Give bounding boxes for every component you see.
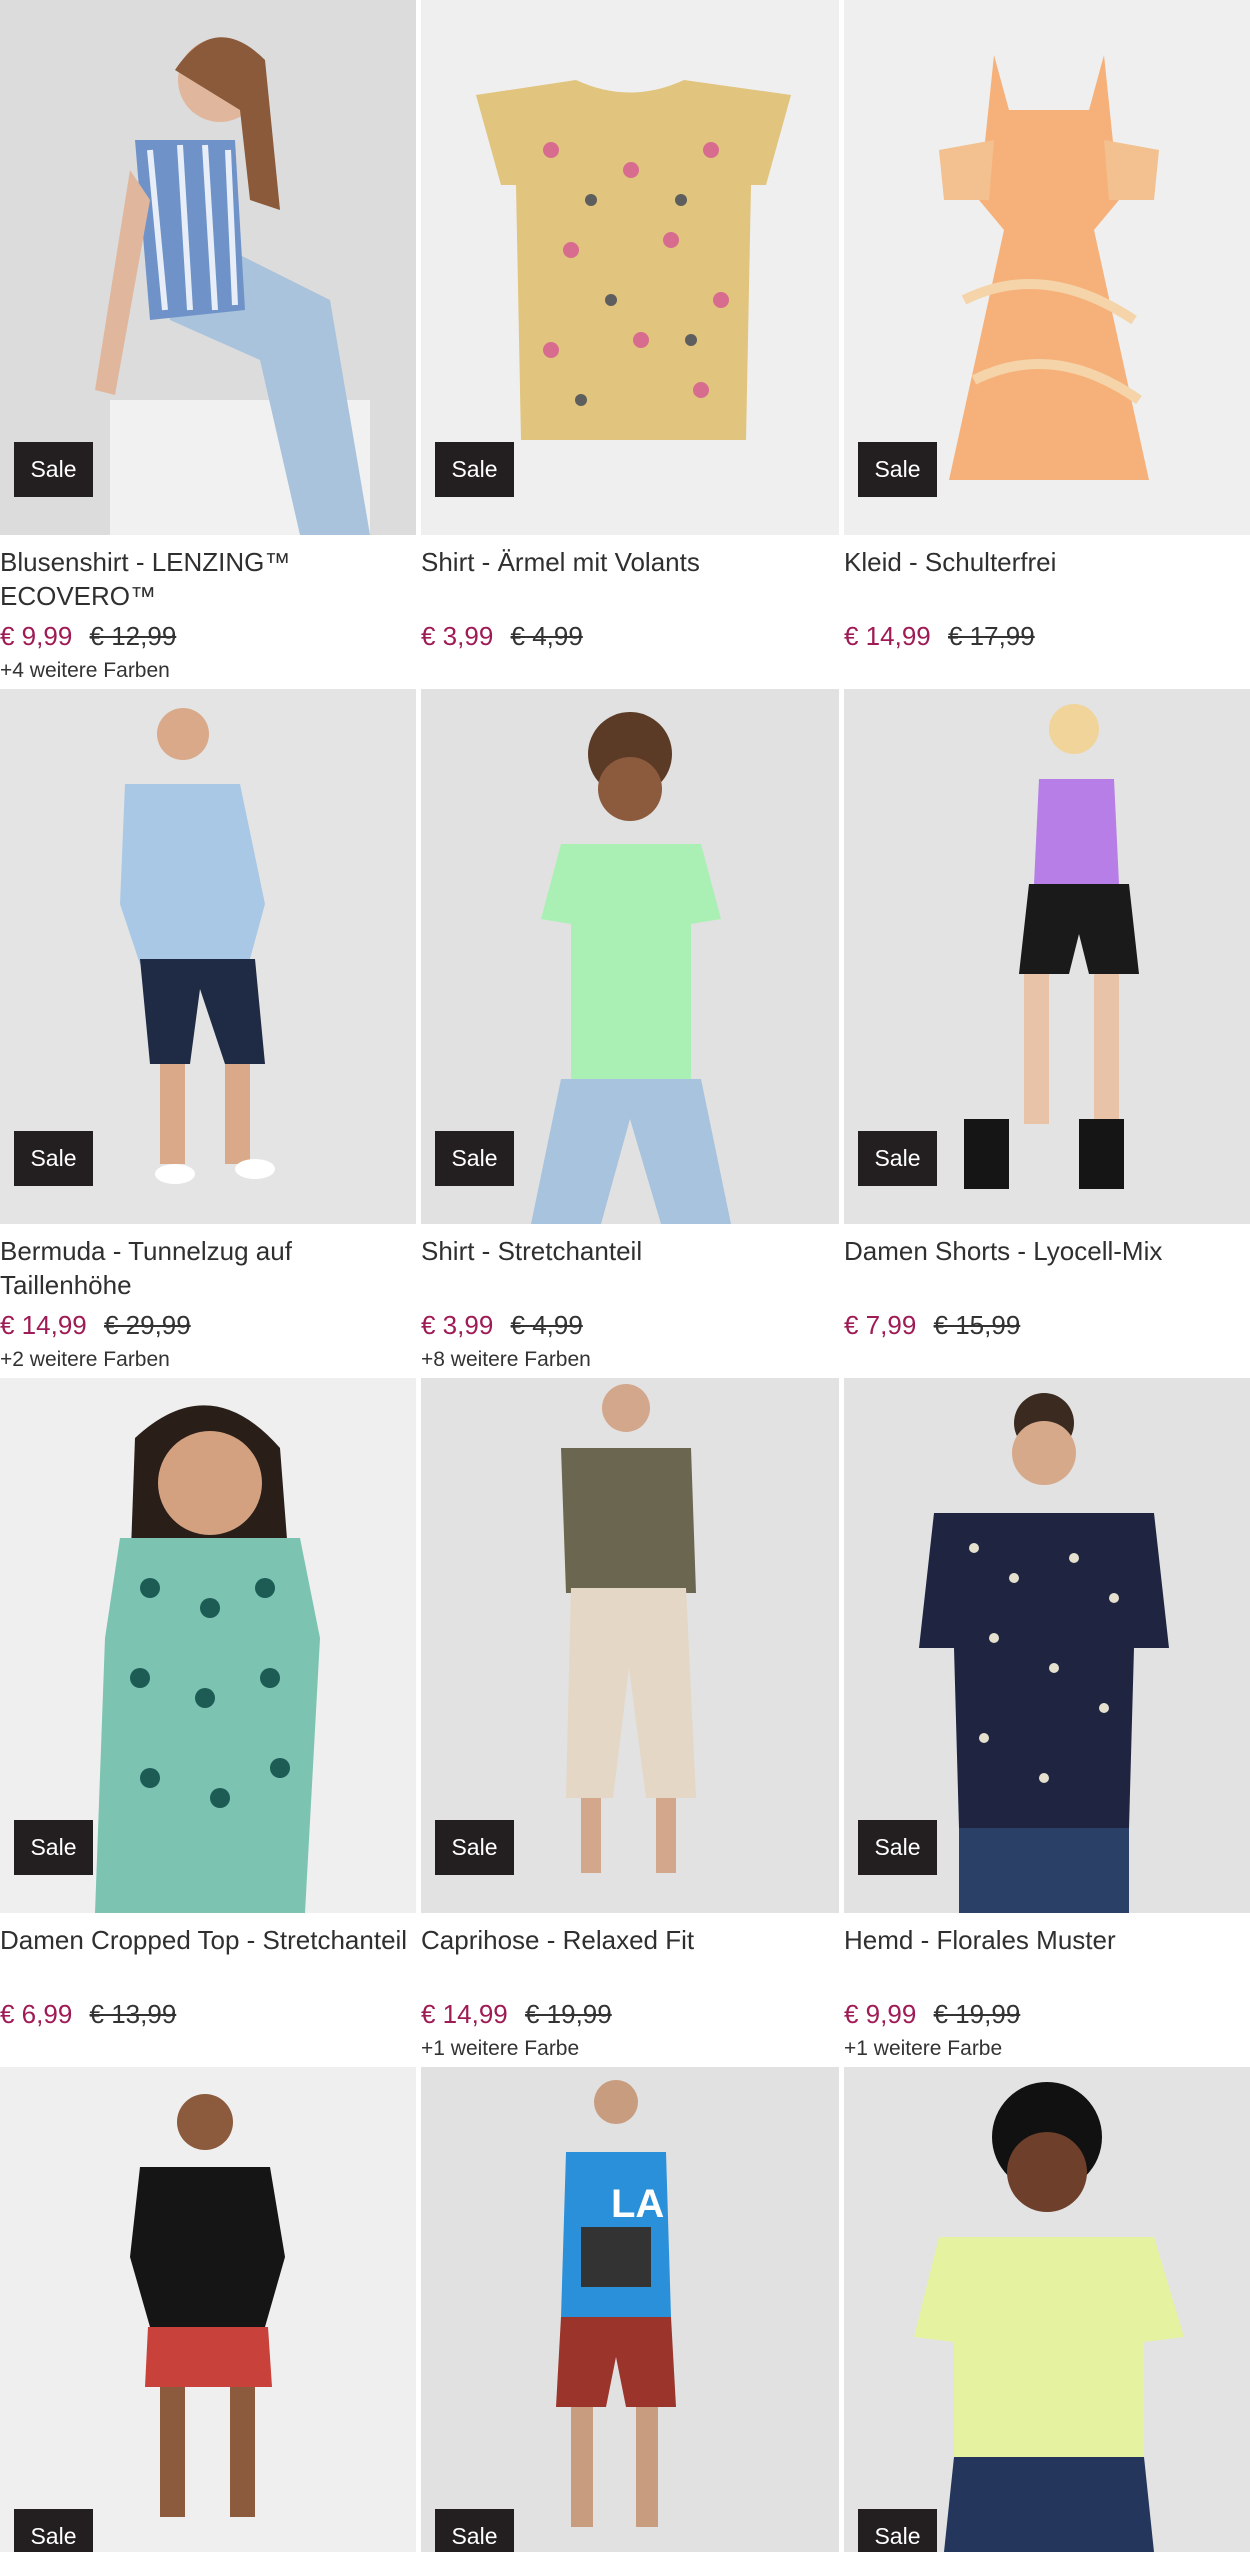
- product-image[interactable]: Sale: [844, 689, 1250, 1224]
- product-card[interactable]: Sale Shirt - Stretchanteil € 3,99 € 4,99…: [421, 689, 839, 1378]
- more-colors-link[interactable]: +2 weitere Farben: [0, 1346, 416, 1374]
- sale-badge: Sale: [435, 2509, 514, 2552]
- price-row: € 7,99 € 15,99: [844, 1308, 1250, 1342]
- sale-price: € 14,99: [0, 1310, 87, 1340]
- product-image[interactable]: Sale: [844, 0, 1250, 535]
- more-colors-link[interactable]: +4 weitere Farben: [0, 657, 416, 685]
- product-card[interactable]: Sale Damen Shorts - Lyocell-Mix € 7,99 €…: [844, 689, 1250, 1378]
- sale-badge: Sale: [14, 442, 93, 497]
- original-price: € 19,99: [933, 1999, 1021, 2029]
- sale-badge: Sale: [14, 1820, 93, 1875]
- product-image[interactable]: Sale: [0, 0, 416, 535]
- product-card[interactable]: Sale Shirt - Ärmel mit Volants € 3,99 € …: [421, 0, 839, 689]
- product-image[interactable]: Sale: [421, 1378, 839, 1913]
- price-row: € 14,99 € 19,99: [421, 1997, 839, 2031]
- product-name[interactable]: Blusenshirt - LENZING™ ECOVERO™: [0, 545, 416, 613]
- sale-price: € 7,99: [844, 1310, 917, 1340]
- sale-price: € 9,99: [0, 621, 73, 651]
- price-row: € 3,99 € 4,99: [421, 619, 839, 653]
- sale-badge: Sale: [858, 1820, 937, 1875]
- product-card[interactable]: Sale Hemd - Florales Muster € 9,99 € 19,…: [844, 1378, 1250, 2067]
- product-card[interactable]: LA Sale: [421, 2067, 839, 2552]
- product-image[interactable]: Sale: [844, 1378, 1250, 1913]
- sale-badge: Sale: [14, 1131, 93, 1186]
- sale-badge: Sale: [858, 442, 937, 497]
- sale-price: € 14,99: [844, 621, 931, 651]
- product-image[interactable]: Sale: [0, 689, 416, 1224]
- sale-badge: Sale: [435, 1820, 514, 1875]
- sale-badge: Sale: [858, 1131, 937, 1186]
- svg-text:LA: LA: [611, 2182, 664, 2226]
- product-image[interactable]: Sale: [421, 689, 839, 1224]
- product-card[interactable]: Sale: [844, 2067, 1250, 2552]
- original-price: € 29,99: [103, 1310, 191, 1340]
- sale-badge: Sale: [435, 1131, 514, 1186]
- product-card[interactable]: Sale Kleid - Schulterfrei € 14,99 € 17,9…: [844, 0, 1250, 689]
- more-colors-link[interactable]: +8 weitere Farben: [421, 1346, 839, 1374]
- price-row: € 6,99 € 13,99: [0, 1997, 416, 2031]
- product-card[interactable]: Sale: [0, 2067, 416, 2552]
- product-name[interactable]: Hemd - Florales Muster: [844, 1923, 1250, 1991]
- sale-badge: Sale: [435, 442, 514, 497]
- product-image[interactable]: Sale: [421, 0, 839, 535]
- price-row: € 14,99 € 17,99: [844, 619, 1250, 653]
- original-price: € 13,99: [89, 1999, 177, 2029]
- original-price: € 15,99: [933, 1310, 1021, 1340]
- product-card[interactable]: Sale Caprihose - Relaxed Fit € 14,99 € 1…: [421, 1378, 839, 2067]
- more-colors-link[interactable]: +1 weitere Farbe: [844, 2035, 1250, 2063]
- sale-price: € 9,99: [844, 1999, 917, 2029]
- product-name[interactable]: Shirt - Ärmel mit Volants: [421, 545, 839, 613]
- sale-badge: Sale: [14, 2509, 93, 2552]
- product-card[interactable]: Sale Blusenshirt - LENZING™ ECOVERO™ € 9…: [0, 0, 416, 689]
- original-price: € 12,99: [89, 621, 177, 651]
- product-name[interactable]: Bermuda - Tunnelzug auf Taillenhöhe: [0, 1234, 416, 1302]
- product-image[interactable]: LA Sale: [421, 2067, 839, 2552]
- price-row: € 9,99 € 12,99: [0, 619, 416, 653]
- sale-price: € 6,99: [0, 1999, 73, 2029]
- original-price: € 4,99: [510, 621, 583, 651]
- sale-price: € 14,99: [421, 1999, 508, 2029]
- product-name[interactable]: Caprihose - Relaxed Fit: [421, 1923, 839, 1991]
- product-card[interactable]: Sale Bermuda - Tunnelzug auf Taillenhöhe…: [0, 689, 416, 1378]
- sale-price: € 3,99: [421, 1310, 494, 1340]
- product-card[interactable]: Sale Damen Cropped Top - Stretchanteil €…: [0, 1378, 416, 2067]
- original-price: € 4,99: [510, 1310, 583, 1340]
- sale-price: € 3,99: [421, 621, 494, 651]
- product-image[interactable]: Sale: [0, 2067, 416, 2552]
- sale-badge: Sale: [858, 2509, 937, 2552]
- product-name[interactable]: Kleid - Schulterfrei: [844, 545, 1250, 613]
- price-row: € 3,99 € 4,99: [421, 1308, 839, 1342]
- price-row: € 14,99 € 29,99: [0, 1308, 416, 1342]
- original-price: € 19,99: [524, 1999, 612, 2029]
- more-colors-link[interactable]: +1 weitere Farbe: [421, 2035, 839, 2063]
- product-name[interactable]: Shirt - Stretchanteil: [421, 1234, 839, 1302]
- price-row: € 9,99 € 19,99: [844, 1997, 1250, 2031]
- product-image[interactable]: Sale: [844, 2067, 1250, 2552]
- product-grid: Sale Blusenshirt - LENZING™ ECOVERO™ € 9…: [0, 0, 1250, 2552]
- product-image[interactable]: Sale: [0, 1378, 416, 1913]
- product-name[interactable]: Damen Shorts - Lyocell-Mix: [844, 1234, 1250, 1302]
- original-price: € 17,99: [947, 621, 1035, 651]
- product-name[interactable]: Damen Cropped Top - Stretchanteil: [0, 1923, 416, 1991]
